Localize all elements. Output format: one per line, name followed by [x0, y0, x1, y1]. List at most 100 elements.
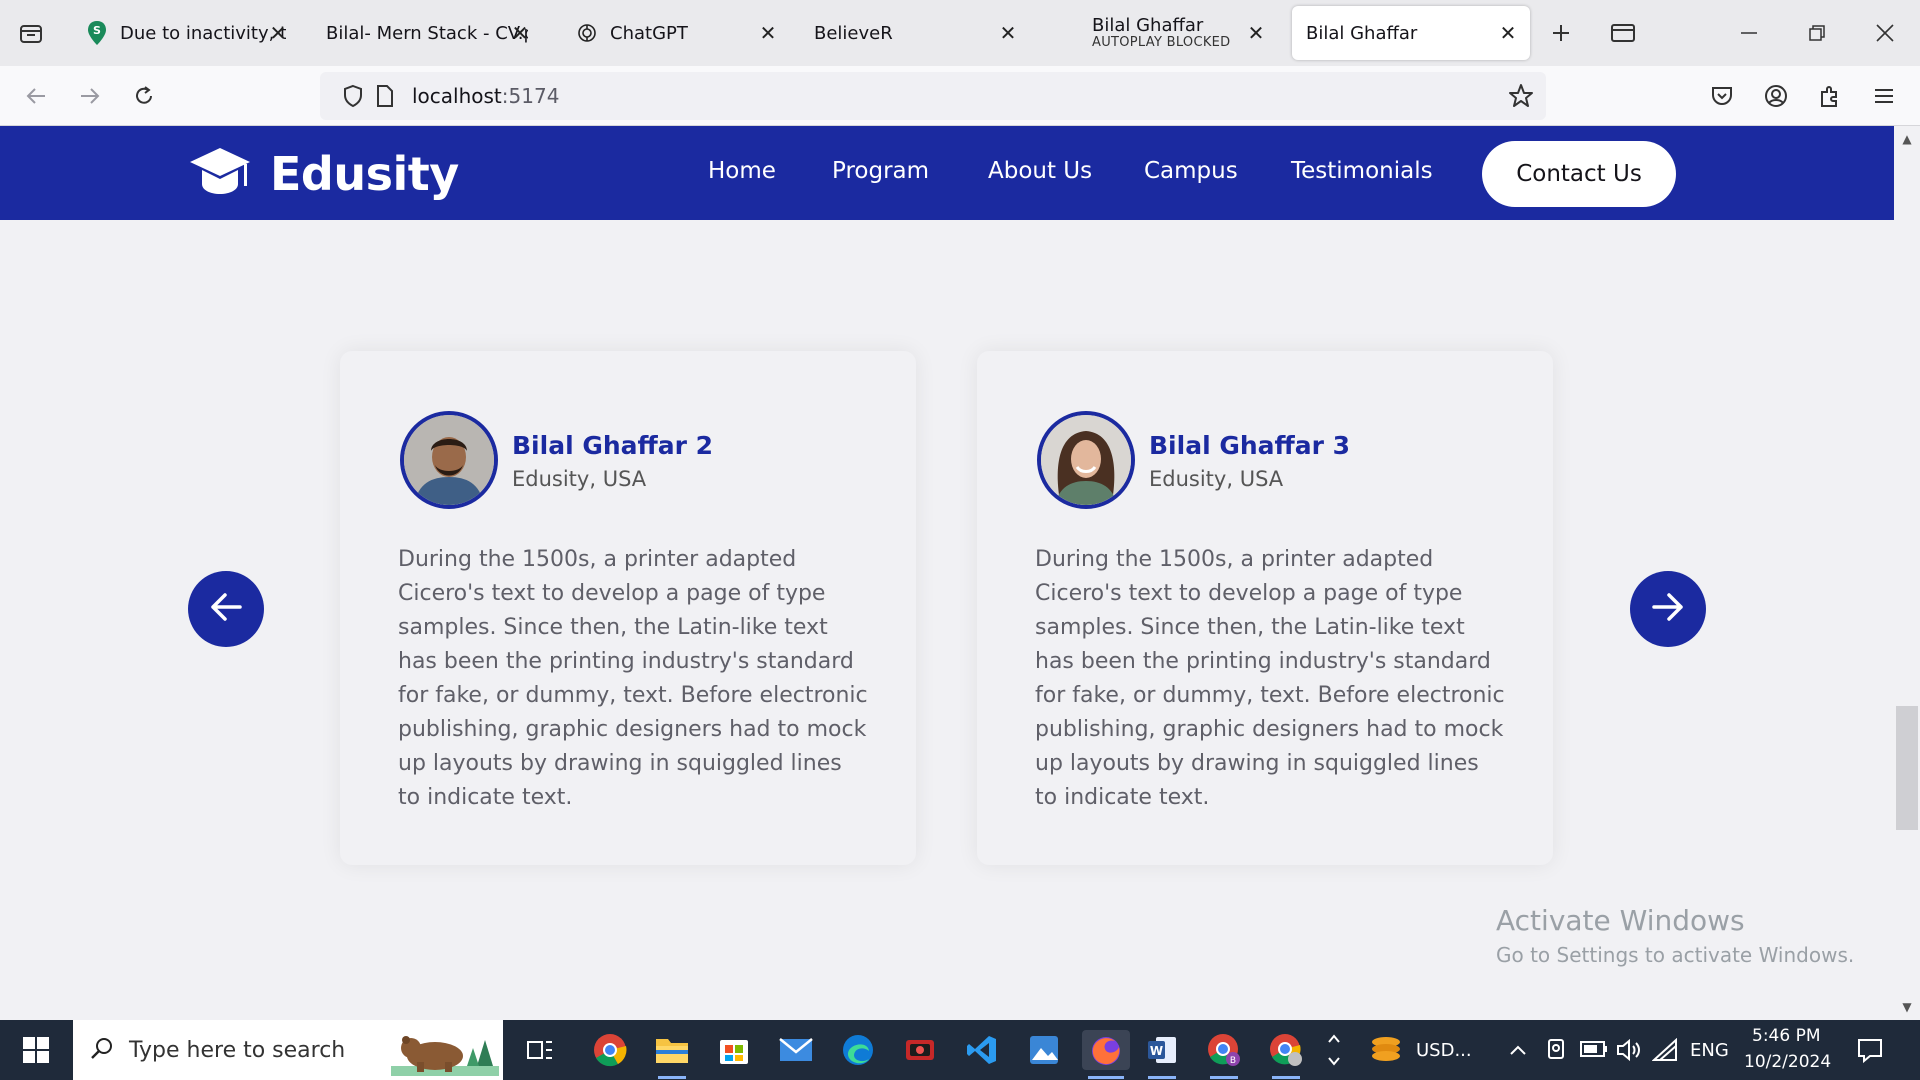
tab-2-title: Bilal- Mern Stack - CV.p: [326, 22, 528, 44]
menu-item-campus[interactable]: Campus: [1144, 158, 1238, 184]
tab-overview-icon[interactable]: [1600, 14, 1646, 52]
back-icon[interactable]: [18, 78, 54, 114]
svg-text:W: W: [1150, 1044, 1163, 1058]
mail-icon[interactable]: [776, 1030, 816, 1070]
firefox-icon[interactable]: [1082, 1030, 1130, 1079]
running-indicator: [1148, 1076, 1176, 1079]
close-icon[interactable]: ✕: [756, 21, 780, 45]
tab-4[interactable]: BelieveR ✕: [800, 6, 1030, 60]
url-text[interactable]: localhost:5174: [412, 84, 559, 108]
menu-item-about[interactable]: About Us: [988, 158, 1092, 184]
scroll-thumb[interactable]: [1896, 706, 1918, 830]
new-tab-icon[interactable]: [1538, 14, 1584, 52]
close-icon[interactable]: ✕: [1496, 21, 1520, 45]
vscode-icon[interactable]: [962, 1030, 1002, 1070]
close-icon[interactable]: ✕: [1244, 21, 1268, 45]
search-icon: [89, 1035, 115, 1065]
avatar: [400, 411, 498, 509]
next-slide-button[interactable]: [1630, 571, 1706, 647]
contact-button[interactable]: Contact Us: [1482, 141, 1676, 207]
running-indicator: [1272, 1076, 1300, 1079]
running-indicator: [1088, 1076, 1124, 1079]
notifications-icon[interactable]: [1856, 1036, 1884, 1068]
widget-text[interactable]: USD...: [1416, 1040, 1472, 1061]
close-icon[interactable]: ✕: [266, 21, 290, 45]
svg-text:B: B: [1230, 1056, 1236, 1066]
word-icon[interactable]: W: [1142, 1030, 1182, 1079]
browser-tab-bar: S Due to inactivity, the ✕ Bilal- Mern S…: [0, 0, 1920, 66]
person-location: Edusity, USA: [512, 467, 647, 491]
reload-icon[interactable]: [126, 78, 162, 114]
menu-icon[interactable]: [1866, 78, 1902, 114]
tab-6-active[interactable]: Bilal Ghaffar ✕: [1292, 6, 1530, 60]
task-view-icon[interactable]: [520, 1030, 560, 1070]
url-bar[interactable]: localhost:5174: [320, 72, 1546, 120]
menu-item-testimonials[interactable]: Testimonials: [1291, 158, 1433, 184]
menu-item-program[interactable]: Program: [832, 158, 929, 184]
wifi-icon[interactable]: [1651, 1037, 1678, 1066]
page-viewport: Edusity Home Program About Us Campus Tes…: [0, 126, 1894, 1020]
tab-2[interactable]: Bilal- Mern Stack - CV.p ✕: [312, 6, 542, 60]
microsoft-store-icon[interactable]: [714, 1030, 754, 1070]
testimonial-text: During the 1500s, a printer adapted Cice…: [398, 547, 868, 810]
file-explorer-icon[interactable]: [652, 1030, 692, 1079]
extensions-icon[interactable]: [1812, 78, 1848, 114]
tab-3[interactable]: ChatGPT ✕: [560, 6, 790, 60]
volume-icon[interactable]: [1616, 1038, 1642, 1066]
clock-time[interactable]: 5:46 PM: [1752, 1026, 1821, 1046]
battery-icon[interactable]: [1580, 1040, 1608, 1062]
site-logo[interactable]: Edusity: [188, 144, 459, 204]
testimonial-card: Bilal Ghaffar 3 Edusity, USA During the …: [977, 351, 1553, 865]
graduation-cap-icon: [188, 144, 252, 204]
green-s-icon: S: [84, 20, 110, 46]
page-scrollbar[interactable]: ▲ ▼: [1894, 126, 1920, 1020]
tab-5[interactable]: Bilal Ghaffar AUTOPLAY BLOCKED ✕: [1078, 6, 1278, 60]
logo-text: Edusity: [270, 147, 459, 201]
taskbar-scroll-icon[interactable]: [1316, 1030, 1352, 1070]
watermark-subtitle: Go to Settings to activate Windows.: [1496, 943, 1855, 967]
edge-icon[interactable]: [838, 1030, 878, 1070]
screen-recorder-icon[interactable]: [900, 1030, 940, 1070]
person-location: Edusity, USA: [1149, 467, 1284, 491]
tab-1[interactable]: S Due to inactivity, the ✕: [70, 6, 300, 60]
activate-windows-watermark: Activate Windows Go to Settings to activ…: [1496, 904, 1854, 967]
account-icon[interactable]: [1758, 78, 1794, 114]
window-close-icon[interactable]: [1862, 14, 1908, 52]
windows-start-icon[interactable]: [12, 1032, 60, 1068]
site-header: Edusity Home Program About Us Campus Tes…: [0, 126, 1894, 220]
language-indicator[interactable]: ENG: [1690, 1040, 1729, 1061]
tab-5-labels: Bilal Ghaffar AUTOPLAY BLOCKED: [1092, 16, 1230, 50]
minimize-icon[interactable]: [1726, 14, 1772, 52]
close-icon[interactable]: ✕: [996, 21, 1020, 45]
tab-list-icon[interactable]: [14, 19, 48, 49]
chrome-profile-icon[interactable]: [1266, 1030, 1306, 1079]
search-placeholder: Type here to search: [129, 1037, 346, 1063]
scroll-down-icon[interactable]: ▼: [1898, 998, 1916, 1016]
browser-toolbar: localhost:5174: [0, 66, 1920, 126]
photos-icon[interactable]: [1024, 1030, 1064, 1070]
taskbar-search[interactable]: Type here to search: [73, 1020, 503, 1080]
clock-date[interactable]: 10/2/2024: [1744, 1052, 1831, 1072]
chatgpt-icon: [574, 20, 600, 46]
tray-chevron-icon[interactable]: [1508, 1040, 1528, 1064]
chrome-profile-b-icon[interactable]: B: [1204, 1030, 1244, 1079]
menu-item-home[interactable]: Home: [708, 158, 776, 184]
pocket-icon[interactable]: [1704, 78, 1740, 114]
scroll-up-icon[interactable]: ▲: [1898, 130, 1916, 148]
page-icon[interactable]: [376, 84, 394, 112]
tab-6-title: Bilal Ghaffar: [1306, 22, 1418, 44]
shield-icon[interactable]: [342, 84, 364, 112]
running-indicator: [658, 1076, 686, 1079]
restore-icon[interactable]: [1794, 14, 1840, 52]
meet-now-icon[interactable]: [1545, 1038, 1567, 1066]
prev-slide-button[interactable]: [188, 571, 264, 647]
bookmark-star-icon[interactable]: [1508, 83, 1534, 113]
avatar: [1037, 411, 1135, 509]
close-icon[interactable]: ✕: [508, 21, 532, 45]
chrome-icon[interactable]: [590, 1030, 630, 1070]
forward-icon[interactable]: [72, 78, 108, 114]
currency-widget-icon[interactable]: [1366, 1030, 1406, 1070]
tab-3-title: ChatGPT: [610, 22, 688, 44]
testimonial-text: During the 1500s, a printer adapted Cice…: [1035, 547, 1505, 810]
svg-text:S: S: [93, 24, 101, 37]
